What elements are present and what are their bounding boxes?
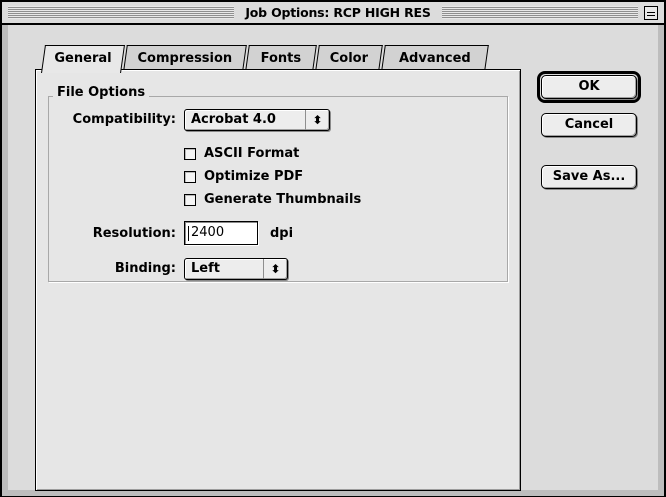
save-as-button[interactable]: Save As... <box>541 165 637 189</box>
file-options-group-label: File Options <box>53 84 150 102</box>
optimize-pdf-label: Optimize PDF <box>204 169 304 184</box>
ok-button[interactable]: OK <box>541 75 637 99</box>
window-title: Job Options: RCP HIGH RES <box>245 5 431 20</box>
tab-fonts[interactable]: Fonts <box>245 45 317 71</box>
tab-compression[interactable]: Compression <box>123 45 247 71</box>
tab-advanced[interactable]: Advanced <box>381 45 489 71</box>
compatibility-label: Compatibility: <box>72 112 176 127</box>
generate-thumbnails-label: Generate Thumbnails <box>204 192 362 207</box>
binding-value: Left <box>191 261 220 276</box>
text-caret <box>188 226 189 241</box>
generate-thumbnails-checkbox[interactable] <box>184 194 196 206</box>
updown-arrows-icon: ⬍ <box>263 259 287 279</box>
tab-general[interactable]: General <box>41 45 125 73</box>
ascii-format-checkbox[interactable] <box>184 148 196 160</box>
tab-color[interactable]: Color <box>315 45 383 71</box>
job-options-window: Job Options: RCP HIGH RES General Compre… <box>0 0 666 497</box>
ascii-format-label: ASCII Format <box>204 146 300 161</box>
cancel-button[interactable]: Cancel <box>541 113 637 137</box>
general-tab-panel: File Options Compatibility: Acrobat 4.0 … <box>35 69 521 491</box>
resolution-input[interactable]: 2400 <box>184 221 258 245</box>
title-bar[interactable]: Job Options: RCP HIGH RES <box>2 2 664 24</box>
binding-popup[interactable]: Left ⬍ <box>184 258 288 280</box>
optimize-pdf-checkbox[interactable] <box>184 171 196 183</box>
resolution-unit: dpi <box>270 226 294 241</box>
updown-arrows-icon: ⬍ <box>305 110 329 130</box>
title-bar-stripes-right <box>442 6 638 19</box>
tab-general-label: General <box>54 51 112 66</box>
collapse-box-icon[interactable] <box>644 6 658 20</box>
resolution-value: 2400 <box>191 225 225 240</box>
title-bar-stripes-left <box>8 6 234 19</box>
compatibility-popup[interactable]: Acrobat 4.0 ⬍ <box>184 109 330 131</box>
compatibility-value: Acrobat 4.0 <box>191 112 276 127</box>
binding-label: Binding: <box>114 261 176 276</box>
resolution-label: Resolution: <box>92 226 176 241</box>
